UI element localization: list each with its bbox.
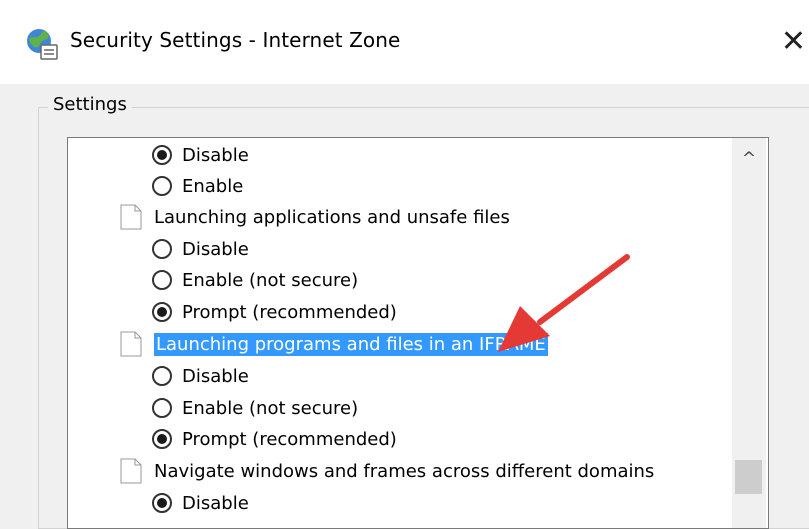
list-item[interactable]: Disable xyxy=(152,361,249,391)
window-title: Security Settings - Internet Zone xyxy=(70,28,401,52)
scroll-up-icon[interactable]: ^ xyxy=(732,146,766,172)
category-label: Launching applications and unsafe files xyxy=(154,206,510,228)
list-item[interactable]: Navigate windows and frames across diffe… xyxy=(120,456,654,486)
radio-button[interactable] xyxy=(152,145,172,165)
category-label-selected: Launching programs and files in an IFRAM… xyxy=(154,332,548,356)
radio-label: Disable xyxy=(182,492,249,514)
list-item[interactable]: Enable xyxy=(152,171,243,201)
document-icon xyxy=(120,458,142,484)
radio-label: Prompt (recommended) xyxy=(182,301,397,323)
radio-button[interactable] xyxy=(152,302,172,322)
radio-button[interactable] xyxy=(152,366,172,386)
radio-button[interactable] xyxy=(152,493,172,513)
category-label: Navigate windows and frames across diffe… xyxy=(154,460,655,482)
radio-button[interactable] xyxy=(152,398,172,418)
settings-group-label: Settings xyxy=(48,94,132,115)
radio-label: Enable (not secure) xyxy=(182,269,359,291)
list-item[interactable]: Disable xyxy=(152,140,249,170)
radio-label: Enable (not secure) xyxy=(182,397,359,419)
globe-settings-icon xyxy=(27,29,58,60)
list-item[interactable]: Prompt (recommended) xyxy=(152,297,397,327)
scrollbar-thumb[interactable] xyxy=(735,460,762,494)
radio-button[interactable] xyxy=(152,270,172,290)
list-item[interactable]: Launching applications and unsafe files xyxy=(120,202,510,232)
radio-label: Disable xyxy=(182,144,249,166)
close-icon[interactable]: ✕ xyxy=(778,20,809,64)
list-item[interactable]: Launching programs and files in an IFRAM… xyxy=(120,329,548,359)
radio-button[interactable] xyxy=(152,429,172,449)
radio-button[interactable] xyxy=(152,176,172,196)
radio-label: Enable xyxy=(182,175,244,197)
list-item[interactable]: Enable (not secure) xyxy=(152,265,358,295)
document-icon xyxy=(120,331,142,357)
radio-label: Prompt (recommended) xyxy=(182,428,397,450)
radio-label: Disable xyxy=(182,238,249,260)
settings-tree[interactable]: Disable Enable Launching applications an… xyxy=(67,137,769,529)
radio-button[interactable] xyxy=(152,239,172,259)
list-item[interactable]: Enable (not secure) xyxy=(152,393,358,423)
list-item[interactable]: Disable xyxy=(152,234,249,264)
list-item[interactable]: Disable xyxy=(152,488,249,518)
vertical-scrollbar[interactable]: ^ xyxy=(732,138,766,528)
radio-label: Disable xyxy=(182,365,249,387)
list-item[interactable]: Prompt (recommended) xyxy=(152,424,397,454)
title-bar: Security Settings - Internet Zone ✕ xyxy=(0,0,809,84)
document-icon xyxy=(120,204,142,230)
